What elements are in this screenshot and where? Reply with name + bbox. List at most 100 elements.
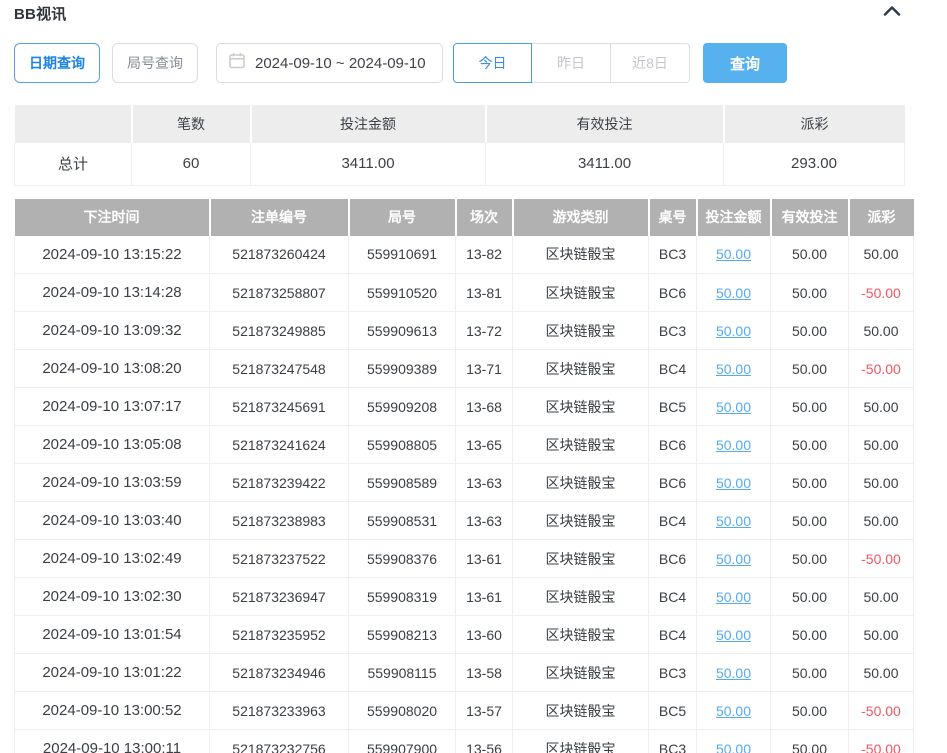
cell-valid-bet: 50.00: [771, 502, 849, 540]
cell-order-no: 521873233963: [210, 692, 349, 730]
cell-bet-amount: 50.00: [697, 730, 771, 753]
bet-amount-link[interactable]: 50.00: [716, 246, 751, 262]
table-row: 2024-09-10 13:05:08521873241624559908805…: [15, 426, 914, 464]
bet-amount-link[interactable]: 50.00: [716, 513, 751, 529]
cell-session: 13-61: [456, 578, 513, 616]
bet-amount-link[interactable]: 50.00: [716, 475, 751, 491]
today-button[interactable]: 今日: [453, 43, 532, 83]
cell-game-type: 区块链骰宝: [513, 388, 649, 426]
cell-order-no: 521873232756: [210, 730, 349, 753]
cell-bet-time: 2024-09-10 13:01:54: [15, 616, 210, 654]
cell-game-type: 区块链骰宝: [513, 616, 649, 654]
cell-order-no: 521873239422: [210, 464, 349, 502]
cell-round-no: 559907900: [349, 730, 456, 753]
cell-payout: -50.00: [849, 692, 914, 730]
search-button[interactable]: 查询: [703, 43, 787, 83]
cell-bet-time: 2024-09-10 13:03:59: [15, 464, 210, 502]
page-title: BB视讯: [14, 3, 66, 24]
cell-order-no: 521873260424: [210, 236, 349, 274]
cell-bet-time: 2024-09-10 13:01:22: [15, 654, 210, 692]
cell-bet-amount: 50.00: [697, 692, 771, 730]
cell-valid-bet: 50.00: [771, 616, 849, 654]
header-payout: 派彩: [849, 199, 914, 236]
bet-amount-link[interactable]: 50.00: [716, 703, 751, 719]
header-session: 场次: [456, 199, 513, 236]
cell-payout: 50.00: [849, 388, 914, 426]
cell-bet-amount: 50.00: [697, 616, 771, 654]
cell-bet-time: 2024-09-10 13:09:32: [15, 312, 210, 350]
bet-amount-link[interactable]: 50.00: [716, 627, 751, 643]
cell-table-no: BC4: [649, 350, 697, 388]
cell-game-type: 区块链骰宝: [513, 236, 649, 274]
cell-table-no: BC5: [649, 388, 697, 426]
cell-game-type: 区块链骰宝: [513, 692, 649, 730]
table-row: 2024-09-10 13:07:17521873245691559909208…: [15, 388, 914, 426]
collapse-panel-button[interactable]: [883, 5, 901, 17]
bet-amount-link[interactable]: 50.00: [716, 437, 751, 453]
cell-round-no: 559909208: [349, 388, 456, 426]
bet-amount-link[interactable]: 50.00: [716, 285, 751, 301]
round-query-tab[interactable]: 局号查询: [112, 43, 198, 83]
summary-total-row: 总计 60 3411.00 3411.00 293.00: [15, 143, 905, 185]
cell-valid-bet: 50.00: [771, 426, 849, 464]
summary-table: 笔数 投注金额 有效投注 派彩 总计 60 3411.00 3411.00 29…: [14, 105, 905, 186]
cell-payout: 50.00: [849, 464, 914, 502]
last-8-days-button[interactable]: 近8日: [611, 43, 690, 83]
cell-payout: 50.00: [849, 236, 914, 274]
cell-valid-bet: 50.00: [771, 654, 849, 692]
calendar-icon: [229, 52, 245, 74]
bet-amount-link[interactable]: 50.00: [716, 589, 751, 605]
cell-bet-time: 2024-09-10 13:07:17: [15, 388, 210, 426]
cell-table-no: BC4: [649, 578, 697, 616]
cell-bet-time: 2024-09-10 13:14:28: [15, 274, 210, 312]
table-row: 2024-09-10 13:09:32521873249885559909613…: [15, 312, 914, 350]
header-valid-bet: 有效投注: [771, 199, 849, 236]
bet-amount-link[interactable]: 50.00: [716, 399, 751, 415]
bet-amount-link[interactable]: 50.00: [716, 741, 751, 753]
cell-payout: 50.00: [849, 654, 914, 692]
cell-order-no: 521873249885: [210, 312, 349, 350]
cell-bet-time: 2024-09-10 13:08:20: [15, 350, 210, 388]
date-query-tab[interactable]: 日期查询: [14, 43, 100, 83]
cell-round-no: 559908805: [349, 426, 456, 464]
cell-valid-bet: 50.00: [771, 540, 849, 578]
bet-amount-link[interactable]: 50.00: [716, 361, 751, 377]
cell-session: 13-65: [456, 426, 513, 464]
bet-amount-link[interactable]: 50.00: [716, 323, 751, 339]
date-range-input[interactable]: 2024-09-10 ~ 2024-09-10: [216, 43, 443, 83]
cell-payout: 50.00: [849, 426, 914, 464]
cell-session: 13-56: [456, 730, 513, 753]
cell-game-type: 区块链骰宝: [513, 540, 649, 578]
cell-round-no: 559909613: [349, 312, 456, 350]
cell-round-no: 559909389: [349, 350, 456, 388]
cell-valid-bet: 50.00: [771, 274, 849, 312]
cell-round-no: 559908020: [349, 692, 456, 730]
header-order-no: 注单编号: [210, 199, 349, 236]
cell-round-no: 559910691: [349, 236, 456, 274]
cell-valid-bet: 50.00: [771, 692, 849, 730]
cell-round-no: 559908115: [349, 654, 456, 692]
cell-round-no: 559908589: [349, 464, 456, 502]
table-row: 2024-09-10 13:08:20521873247548559909389…: [15, 350, 914, 388]
cell-valid-bet: 50.00: [771, 350, 849, 388]
table-row: 2024-09-10 13:00:52521873233963559908020…: [15, 692, 914, 730]
cell-payout: -50.00: [849, 540, 914, 578]
cell-payout: -50.00: [849, 730, 914, 753]
cell-game-type: 区块链骰宝: [513, 654, 649, 692]
cell-valid-bet: 50.00: [771, 464, 849, 502]
cell-bet-amount: 50.00: [697, 274, 771, 312]
cell-payout: -50.00: [849, 274, 914, 312]
records-body: 2024-09-10 13:15:22521873260424559910691…: [15, 236, 914, 753]
cell-payout: 50.00: [849, 578, 914, 616]
bet-amount-link[interactable]: 50.00: [716, 665, 751, 681]
table-row: 2024-09-10 13:01:22521873234946559908115…: [15, 654, 914, 692]
quick-range-group: 今日 昨日 近8日: [453, 43, 690, 83]
table-row: 2024-09-10 13:02:49521873237522559908376…: [15, 540, 914, 578]
yesterday-button[interactable]: 昨日: [532, 43, 611, 83]
records-header-row: 下注时间 注单编号 局号 场次 游戏类别 桌号 投注金额 有效投注 派彩: [15, 199, 914, 236]
cell-table-no: BC3: [649, 654, 697, 692]
bet-amount-link[interactable]: 50.00: [716, 551, 751, 567]
cell-valid-bet: 50.00: [771, 578, 849, 616]
cell-session: 13-68: [456, 388, 513, 426]
cell-table-no: BC4: [649, 502, 697, 540]
